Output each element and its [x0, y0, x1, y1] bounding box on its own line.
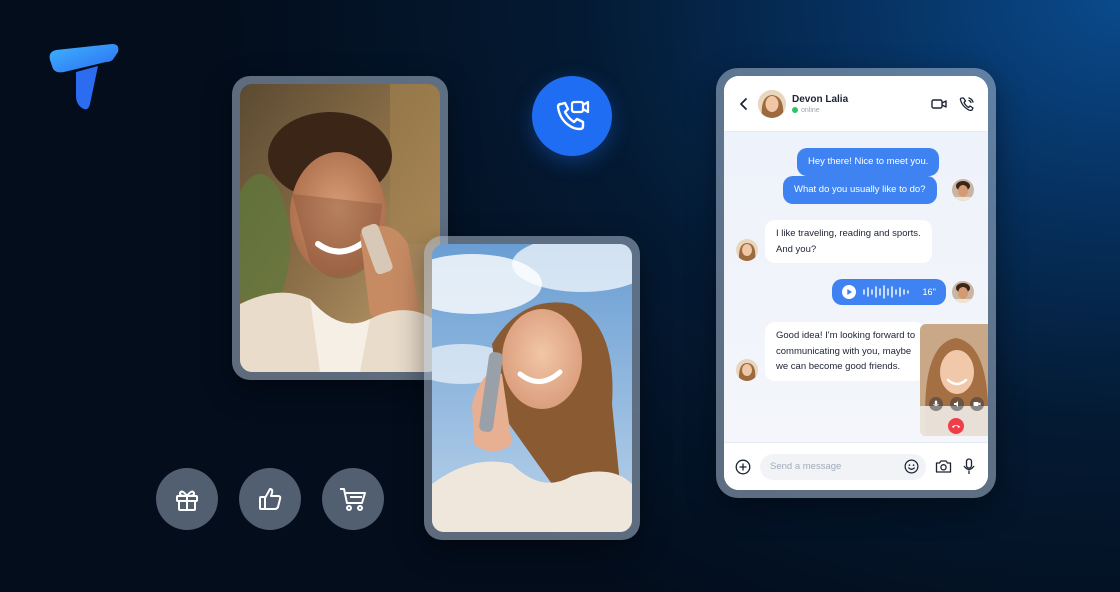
voice-record-button[interactable] — [960, 458, 978, 476]
contact-avatar-small — [736, 239, 758, 261]
message-line: Good idea! I'm looking forward to — [776, 330, 916, 341]
emoji-button[interactable] — [902, 458, 920, 476]
cart-button[interactable] — [322, 468, 384, 530]
video-camera-icon — [931, 98, 947, 109]
chat-screen: Devon Lalia online Hey there! Nice to me… — [724, 76, 988, 490]
back-arrow-icon[interactable] — [736, 96, 752, 112]
message-line: I like traveling, reading and sports. — [776, 228, 921, 239]
status-text: online — [801, 106, 820, 114]
message-composer — [724, 442, 988, 490]
voice-message-bubble[interactable]: 16'' — [832, 279, 946, 305]
my-avatar — [952, 281, 974, 303]
profile-photo-man — [232, 76, 448, 380]
woman-photo-image — [432, 244, 632, 532]
contact-status: online — [792, 107, 920, 114]
gift-button[interactable] — [156, 468, 218, 530]
profile-photo-woman — [424, 236, 640, 540]
video-camera-icon — [973, 402, 981, 406]
message-line: communicating with you, maybe — [776, 345, 912, 357]
camera-button[interactable] — [934, 458, 952, 476]
message-bubble-outgoing: What do you usually like to do? — [783, 176, 937, 204]
microphone-icon — [963, 458, 975, 474]
like-button[interactable] — [239, 468, 301, 530]
chat-header: Devon Lalia online — [724, 76, 988, 132]
thumbs-up-icon — [259, 488, 282, 510]
contact-name: Devon Lalia — [792, 93, 849, 105]
video-call-icon — [556, 100, 590, 131]
brand-logo-icon — [46, 42, 122, 112]
gift-icon — [176, 490, 198, 511]
my-avatar — [952, 179, 974, 201]
microphone-icon — [933, 400, 939, 407]
voice-duration: 16'' — [922, 286, 936, 297]
message-bubble-outgoing: Hey there! Nice to meet you. — [797, 148, 940, 176]
end-call-button[interactable] — [948, 418, 964, 434]
message-input[interactable] — [770, 461, 902, 472]
phone-icon — [959, 96, 974, 111]
phone-mockup: Devon Lalia online Hey there! Nice to me… — [716, 68, 996, 498]
video-call-preview[interactable] — [920, 324, 988, 436]
emoji-icon — [904, 459, 918, 474]
speaker-button[interactable] — [950, 397, 964, 411]
message-line: And you? — [776, 243, 817, 255]
contact-info: Devon Lalia online — [792, 94, 920, 114]
camera-toggle-button[interactable] — [970, 397, 984, 411]
voice-call-button[interactable] — [958, 95, 976, 113]
play-icon[interactable] — [842, 285, 856, 299]
add-attachment-button[interactable] — [734, 458, 752, 476]
message-input-container — [760, 453, 926, 480]
mute-mic-button[interactable] — [929, 397, 943, 411]
contact-avatar[interactable] — [758, 89, 786, 118]
end-call-icon — [952, 425, 960, 428]
speaker-icon — [954, 401, 958, 407]
message-bubble-incoming: Good idea! I'm looking forward to commun… — [765, 322, 925, 382]
contact-avatar-small — [736, 359, 758, 381]
message-line: we can become good friends. — [776, 361, 901, 373]
shopping-cart-icon — [340, 488, 366, 511]
video-camera-button[interactable] — [930, 95, 948, 113]
message-list: Hey there! Nice to meet you. What do you… — [724, 132, 988, 442]
camera-icon — [935, 460, 951, 473]
waveform-icon — [863, 285, 909, 299]
plus-circle-icon — [735, 459, 751, 474]
man-photo-image — [240, 84, 440, 372]
message-bubble-incoming: I like traveling, reading and sports. An… — [765, 220, 932, 264]
online-dot — [792, 107, 798, 113]
video-call-badge[interactable] — [532, 76, 612, 156]
